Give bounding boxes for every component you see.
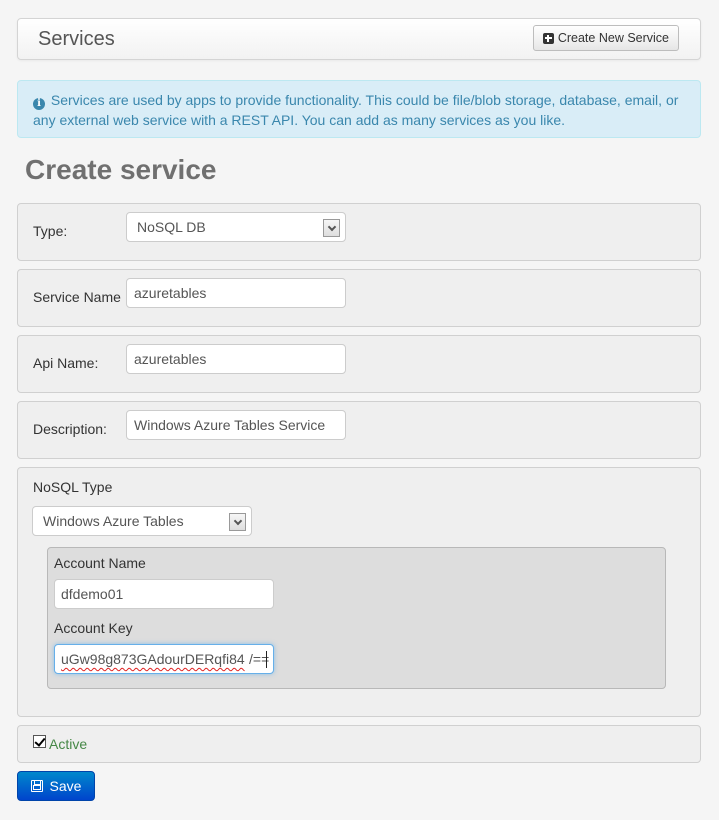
active-row: Active	[17, 725, 701, 763]
nosql-type-select-value: Windows Azure Tables	[43, 513, 184, 529]
azure-tables-settings: Account Name Account Key uGw98g873GAdour…	[47, 547, 666, 689]
account-key-input[interactable]: uGw98g873GAdourDERqfi84 /==	[54, 644, 274, 674]
account-name-input[interactable]	[54, 579, 274, 609]
type-row: Type: NoSQL DB	[17, 203, 701, 261]
nosql-type-select[interactable]: Windows Azure Tables	[32, 506, 252, 536]
service-name-input[interactable]	[126, 278, 346, 308]
account-name-label: Account Name	[54, 555, 146, 571]
save-button-label: Save	[49, 778, 82, 794]
text-caret	[266, 651, 267, 668]
api-name-row: Api Name:	[17, 335, 701, 393]
plus-square-icon	[542, 32, 554, 44]
chevron-down-icon[interactable]	[323, 219, 340, 237]
floppy-disk-icon	[30, 780, 43, 792]
account-key-label: Account Key	[54, 620, 133, 636]
description-row: Description:	[17, 401, 701, 459]
api-name-label: Api Name:	[33, 355, 99, 371]
services-header-panel: Services Create New Service	[17, 18, 701, 60]
type-select-value: NoSQL DB	[137, 219, 206, 235]
info-circle-icon: i	[33, 98, 45, 110]
description-input[interactable]	[126, 410, 346, 440]
service-name-row: Service Name	[17, 269, 701, 327]
info-alert-text: Services are used by apps to provide fun…	[33, 92, 679, 128]
api-name-input[interactable]	[126, 344, 346, 374]
nosql-type-row: NoSQL Type Windows Azure Tables Account …	[17, 467, 701, 717]
account-key-value: uGw98g873GAdourDERqfi84	[61, 651, 245, 667]
page-title: Create service	[25, 154, 217, 185]
service-name-label: Service Name	[33, 289, 121, 305]
services-title: Services	[38, 28, 115, 50]
create-new-service-label: Create New Service	[557, 31, 669, 45]
type-label: Type:	[33, 223, 68, 239]
chevron-down-icon[interactable]	[229, 513, 246, 531]
info-alert: i Services are used by apps to provide f…	[17, 80, 701, 138]
description-label: Description:	[33, 421, 107, 437]
nosql-type-label: NoSQL Type	[33, 479, 113, 495]
type-select[interactable]: NoSQL DB	[126, 212, 346, 242]
save-button[interactable]: Save	[17, 771, 95, 801]
active-checkbox[interactable]	[33, 735, 46, 748]
create-new-service-button[interactable]: Create New Service	[532, 25, 679, 51]
active-label[interactable]: Active	[49, 736, 87, 752]
